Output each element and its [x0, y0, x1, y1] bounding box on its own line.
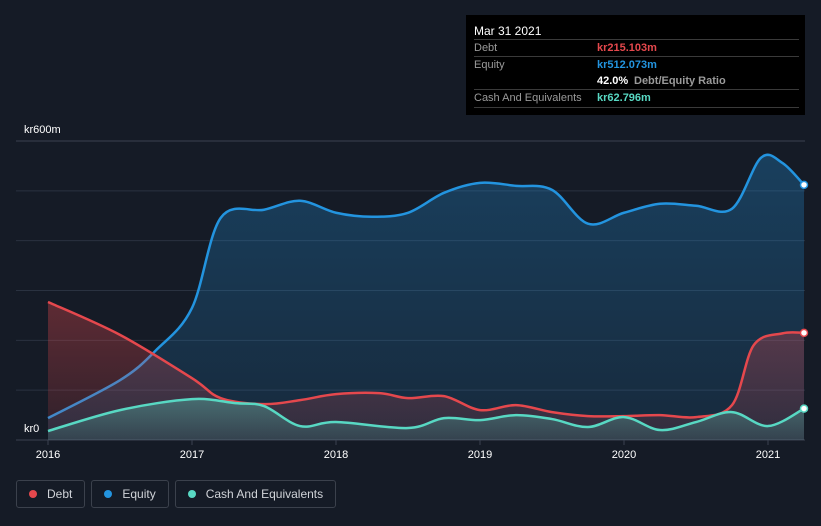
- equity-label: Equity: [474, 59, 505, 71]
- y-tick-label: kr600m: [24, 124, 61, 136]
- tooltip: Mar 31 2021 Debt kr215.103m Equity kr512.0…: [466, 15, 805, 115]
- equity-end-marker: [799, 180, 809, 190]
- equity-dot-icon: [104, 490, 113, 498]
- tooltip-cash-row: Cash And Equivalents kr62.796m: [474, 89, 799, 108]
- x-tick-label: 2019: [468, 449, 492, 461]
- legend-cash[interactable]: Cash And Equivalents: [174, 480, 337, 508]
- legend-label: Equity: [122, 487, 156, 501]
- ratio-label: Debt/Equity Ratio: [634, 75, 726, 87]
- tooltip-equity-row: Equity kr512.073m: [474, 56, 799, 74]
- legend-debt[interactable]: Debt: [16, 480, 86, 508]
- legend: Debt Equity Cash And Equivalents: [16, 480, 337, 508]
- x-tick-label: 2018: [324, 449, 348, 461]
- cash-end-marker: [799, 404, 809, 413]
- debt-value: kr215.103m: [597, 42, 657, 54]
- x-tick-label: 2021: [756, 449, 780, 461]
- x-tick-label: 2016: [36, 449, 60, 461]
- debt-end-marker: [799, 328, 809, 338]
- debt-dot-icon: [29, 490, 37, 498]
- x-tick-label: 2020: [612, 449, 636, 461]
- tooltip-date: Mar 31 2021: [474, 24, 542, 38]
- equity-value: kr512.073m: [597, 59, 657, 71]
- legend-equity[interactable]: Equity: [91, 480, 169, 508]
- legend-label: Debt: [47, 487, 73, 501]
- y-tick-label: kr0: [24, 423, 39, 435]
- x-tick-label: 2017: [180, 449, 204, 461]
- ratio-value: 42.0%: [597, 75, 629, 87]
- legend-label: Cash And Equivalents: [205, 487, 324, 501]
- cash-dot-icon: [187, 490, 196, 498]
- cash-label: Cash And Equivalents: [474, 92, 582, 104]
- cash-value: kr62.796m: [597, 92, 651, 104]
- debt-label: Debt: [474, 42, 498, 54]
- tooltip-ratio-row: 42.0% Debt/Equity Ratio: [474, 73, 799, 90]
- tooltip-debt-row: Debt kr215.103m: [474, 39, 799, 57]
